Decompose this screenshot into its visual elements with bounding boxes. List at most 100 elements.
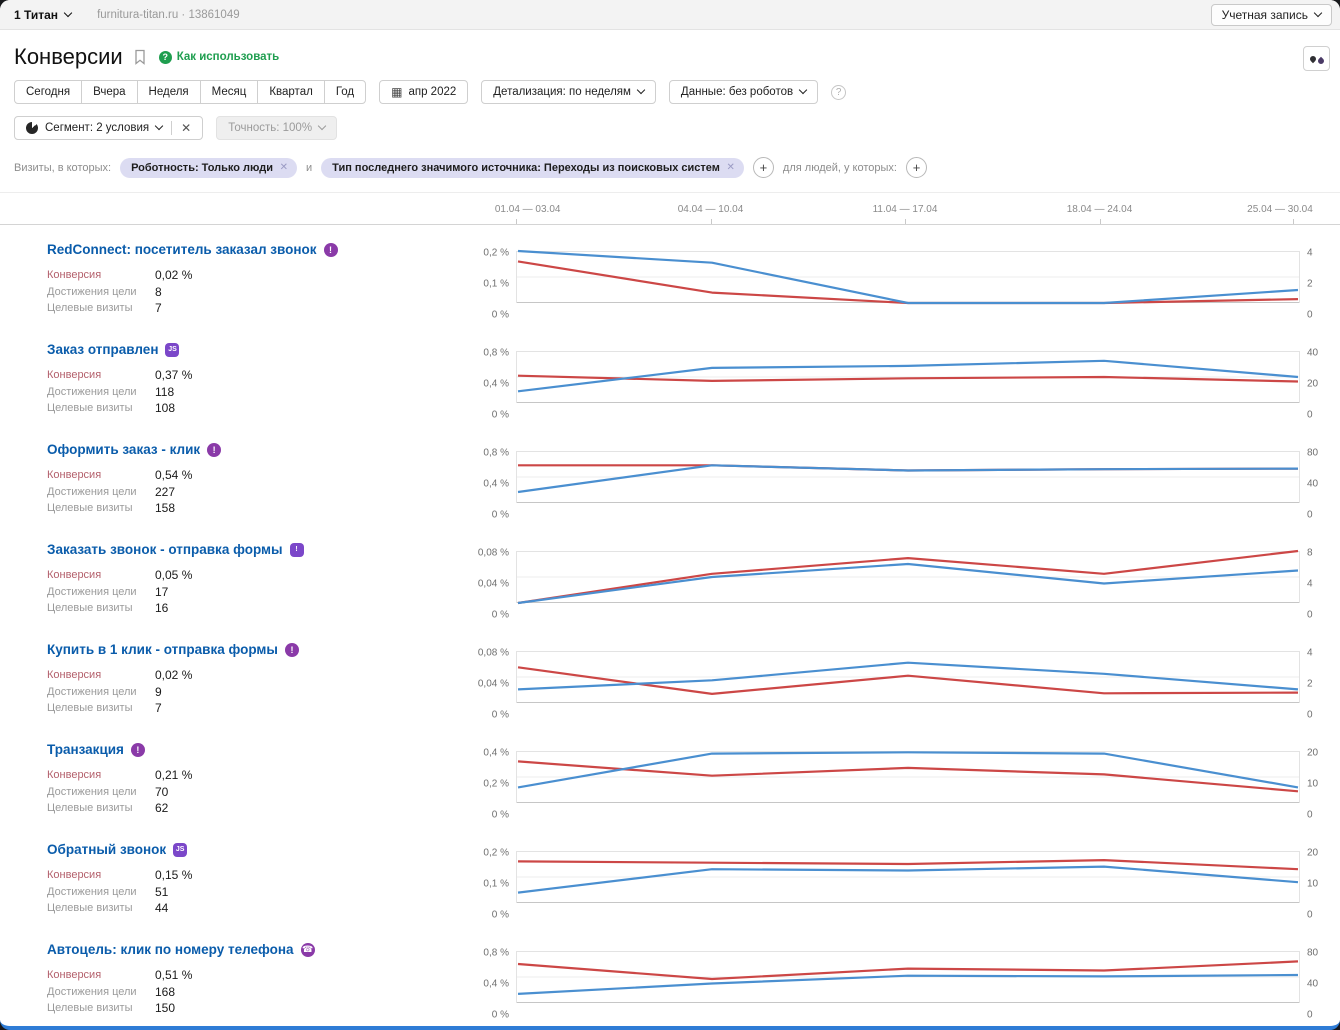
range-button-month[interactable]: Месяц — [200, 80, 259, 104]
metric-row: Целевые визиты150 — [47, 1000, 470, 1017]
goal-title[interactable]: Обратный звонок — [47, 842, 166, 857]
tick-label: 0,4 % — [483, 479, 509, 490]
bookmark-icon[interactable] — [133, 49, 147, 65]
goal-row: Оформить заказ - клик!Конверсия0,54 %Дос… — [0, 425, 1340, 525]
goal-title[interactable]: Транзакция — [47, 742, 124, 757]
metric-value: 62 — [155, 800, 168, 817]
metric-row: Достижения цели17 — [47, 584, 470, 601]
goal-title-row: Автоцель: клик по номеру телефона☎ — [47, 942, 470, 957]
tick-label: 0 % — [492, 810, 509, 821]
date-label: 11.04 — 17.04 — [873, 204, 938, 215]
metric-row: Достижения цели9 — [47, 684, 470, 701]
data-mode-dropdown[interactable]: Данные: без роботов — [669, 80, 818, 104]
how-to-use[interactable]: ? Как использовать — [159, 51, 280, 64]
counter-label: furnitura-titan.ru · 13861049 — [97, 9, 240, 21]
goal-title[interactable]: Заказать звонок - отправка формы — [47, 542, 283, 557]
tick-label: 2 — [1307, 679, 1313, 690]
metric-label: Конверсия — [47, 267, 155, 284]
metric-row: Достижения цели227 — [47, 484, 470, 501]
goal-info: Купить в 1 клик - отправка формы!Конверс… — [0, 642, 470, 725]
filter-chip-source[interactable]: Тип последнего значимого источника: Пере… — [321, 158, 744, 178]
tick-label: 4 — [1307, 248, 1313, 259]
metric-value: 0,15 % — [155, 867, 192, 884]
metric-label: Целевые визиты — [47, 400, 155, 417]
metric-row: Достижения цели168 — [47, 984, 470, 1001]
accuracy-dropdown[interactable]: Точность: 100% — [216, 116, 337, 140]
calendar-button[interactable]: ▦ апр 2022 — [379, 80, 468, 104]
chart-right-axis: 20100 — [1300, 741, 1340, 825]
filter-chip-robots[interactable]: Роботность: Только люди ✕ — [120, 158, 297, 178]
chart-plot — [516, 541, 1300, 611]
help-circle-icon[interactable]: ? — [831, 85, 846, 100]
segment-dropdown[interactable]: Сегмент: 2 условия ✕ — [14, 116, 203, 140]
metric-value: 168 — [155, 984, 175, 1001]
people-filter-label: для людей, у которых: — [783, 162, 897, 174]
tick-label: 0 — [1307, 710, 1313, 721]
range-button-today[interactable]: Сегодня — [14, 80, 82, 104]
goal-title[interactable]: RedConnect: посетитель заказал звонок — [47, 242, 317, 257]
goal-info: Оформить заказ - клик!Конверсия0,54 %Дос… — [0, 442, 470, 525]
tick-label: 0 — [1307, 910, 1313, 921]
header: Конверсии ? Как использовать — [0, 30, 1340, 74]
goals-list: RedConnect: посетитель заказал звонок! Ко… — [0, 225, 1340, 1025]
date-range-group: Сегодня Вчера Неделя Месяц Квартал Год — [14, 80, 366, 104]
add-people-filter-button[interactable]: + — [906, 157, 927, 178]
goal-row: RedConnect: посетитель заказал звонок! Ко… — [0, 225, 1340, 325]
metric-label: Достижения цели — [47, 584, 155, 601]
account-menu-button[interactable]: Учетная запись — [1211, 4, 1332, 26]
chart-left-axis: 0,08 %0,04 %0 % — [470, 541, 516, 625]
tick-label: 0 % — [492, 910, 509, 921]
chart-plot — [516, 641, 1300, 711]
account-switcher[interactable]: 1 Титан — [14, 8, 71, 22]
chart-right-axis: 20100 — [1300, 841, 1340, 925]
chip-remove-icon[interactable]: ✕ — [280, 162, 288, 173]
date-axis: 01.04 — 03.04 04.04 — 10.04 11.04 — 17.0… — [0, 193, 1340, 225]
topbar: 1 Титан furnitura-titan.ru · 13861049 Уч… — [0, 0, 1340, 30]
range-button-yesterday[interactable]: Вчера — [81, 80, 137, 104]
range-button-week[interactable]: Неделя — [137, 80, 201, 104]
chip-remove-icon[interactable]: ✕ — [727, 162, 735, 173]
chart-left-axis: 0,08 %0,04 %0 % — [470, 641, 516, 725]
metric-value: 44 — [155, 900, 168, 917]
range-button-year[interactable]: Год — [324, 80, 366, 104]
tick-label: 10 — [1307, 879, 1318, 890]
help-icon: ? — [159, 51, 172, 64]
circle-exclaim-icon: ! — [285, 643, 299, 657]
tick-label: 40 — [1307, 348, 1318, 359]
range-button-quarter[interactable]: Квартал — [257, 80, 324, 104]
metric-value: 0,05 % — [155, 567, 192, 584]
tick-label: 0,04 % — [478, 579, 509, 590]
chevron-down-icon — [155, 122, 163, 130]
add-visit-filter-button[interactable]: + — [753, 157, 774, 178]
goal-title-row: RedConnect: посетитель заказал звонок! — [47, 242, 470, 257]
metric-label: Конверсия — [47, 967, 155, 984]
segment-clear-button[interactable]: ✕ — [171, 121, 191, 135]
date-label: 01.04 — 03.04 — [495, 204, 561, 215]
metric-value: 0,54 % — [155, 467, 192, 484]
tick-label: 0 % — [492, 610, 509, 621]
metric-row: Целевые визиты108 — [47, 400, 470, 417]
metric-label: Конверсия — [47, 867, 155, 884]
chart-plot — [516, 741, 1300, 811]
metric-row: Достижения цели8 — [47, 284, 470, 301]
metric-label: Достижения цели — [47, 384, 155, 401]
compare-button[interactable] — [1303, 46, 1330, 71]
tick-label: 0,8 % — [483, 448, 509, 459]
metric-label: Достижения цели — [47, 684, 155, 701]
goal-title[interactable]: Купить в 1 клик - отправка формы — [47, 642, 278, 657]
goal-row: Заказать звонок - отправка формы!Конверс… — [0, 525, 1340, 625]
help-link: Как использовать — [177, 51, 280, 63]
page-title: Конверсии — [14, 44, 123, 70]
metric-row: Достижения цели70 — [47, 784, 470, 801]
metric-label: Достижения цели — [47, 284, 155, 301]
tick-label: 0,1 % — [483, 879, 509, 890]
tick-label: 0 — [1307, 1010, 1313, 1021]
metric-value: 158 — [155, 500, 175, 517]
detalization-dropdown[interactable]: Детализация: по неделям — [481, 80, 656, 104]
metric-label: Конверсия — [47, 467, 155, 484]
metric-label: Целевые визиты — [47, 600, 155, 617]
goal-title[interactable]: Оформить заказ - клик — [47, 442, 200, 457]
goal-title[interactable]: Автоцель: клик по номеру телефона — [47, 942, 294, 957]
goal-title[interactable]: Заказ отправлен — [47, 342, 158, 357]
tick-label: 0 % — [492, 310, 509, 321]
